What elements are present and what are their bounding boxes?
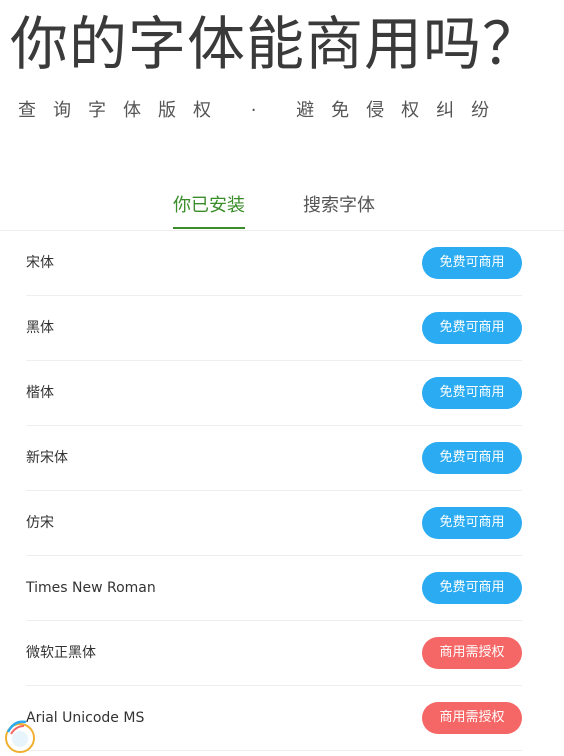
tab-installed[interactable]: 你已安装 [173,186,245,229]
font-list: 宋体 免费可商用 黑体 免费可商用 楷体 免费可商用 新宋体 免费可商用 仿宋 … [26,231,522,751]
license-badge[interactable]: 免费可商用 [422,312,522,344]
watermark-logo-icon [5,720,35,753]
license-badge[interactable]: 免费可商用 [422,572,522,604]
page-subtitle: 查询字体版权 · 避免侵权纠纷 [18,100,507,121]
font-name: 新宋体 [26,450,68,466]
font-row: 黑体 免费可商用 [26,296,522,361]
font-row: Times New Roman 免费可商用 [26,556,522,621]
license-badge[interactable]: 免费可商用 [422,442,522,474]
font-name: 楷体 [26,385,54,401]
font-name: 微软正黑体 [26,645,96,661]
font-row: 新宋体 免费可商用 [26,426,522,491]
font-name: 黑体 [26,320,54,336]
font-name: 宋体 [26,255,54,271]
font-row: 微软正黑体 商用需授权 [26,621,522,686]
license-badge[interactable]: 免费可商用 [422,377,522,409]
font-row: 楷体 免费可商用 [26,361,522,426]
font-row: 仿宋 免费可商用 [26,491,522,556]
tab-search-fonts[interactable]: 搜索字体 [303,186,375,229]
font-name: 仿宋 [26,515,54,531]
font-name: Times New Roman [26,580,156,596]
license-badge[interactable]: 免费可商用 [422,247,522,279]
page-title: 你的字体能商用吗？ [10,10,542,78]
license-badge[interactable]: 商用需授权 [422,637,522,669]
license-badge[interactable]: 商用需授权 [422,702,522,734]
license-badge[interactable]: 免费可商用 [422,507,522,539]
font-name: Arial Unicode MS [26,710,145,726]
tab-bar: 你已安装 搜索字体 [0,186,564,231]
font-row: Arial Unicode MS 商用需授权 [26,686,522,751]
font-row: 宋体 免费可商用 [26,231,522,296]
